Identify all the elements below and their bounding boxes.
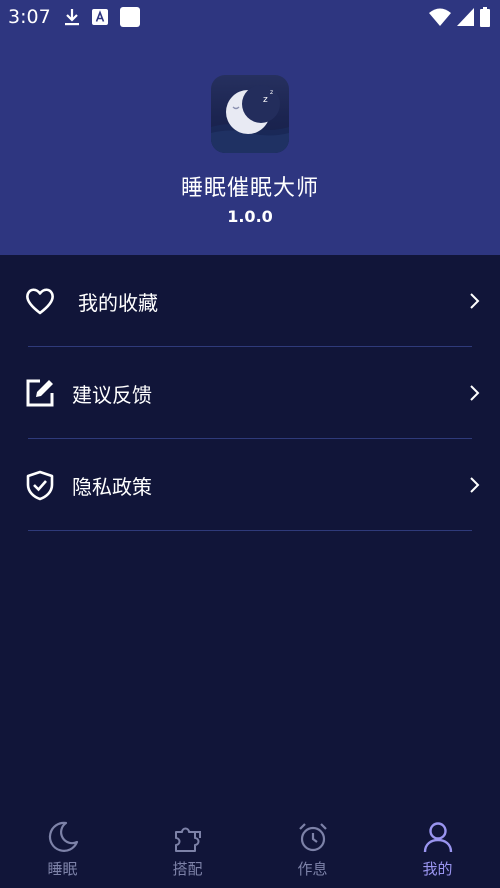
menu-item-label: 隐私政策: [72, 475, 152, 499]
menu-item-label: 我的收藏: [78, 291, 158, 315]
svg-text:z: z: [270, 89, 273, 96]
shield-check-icon: [26, 470, 54, 501]
menu-item-label: 建议反馈: [72, 383, 152, 407]
settings-menu: 我的收藏 建议反馈 隐私政策: [0, 255, 500, 531]
wifi-icon: [429, 8, 451, 26]
profile-header: 3:07 z z 睡眠催眠大师 1.0.0: [0, 0, 500, 255]
signal-icon: [457, 8, 474, 26]
nav-tab-label: 作息: [297, 860, 328, 878]
white-square-icon: [120, 7, 140, 27]
edit-icon: [26, 379, 54, 407]
status-time: 3:07: [8, 6, 51, 28]
moon-sleep-icon: z z: [211, 85, 289, 153]
heart-icon: [26, 288, 54, 315]
svg-text:z: z: [263, 95, 268, 105]
app-name: 睡眠催眠大师: [180, 176, 319, 201]
app-logo: z z: [211, 75, 289, 153]
nav-tab-label: 我的: [422, 860, 453, 878]
nav-tab-label: 睡眠: [47, 860, 78, 878]
menu-item-feedback[interactable]: 建议反馈: [0, 347, 500, 439]
nav-tab-combine[interactable]: 搭配: [125, 812, 250, 888]
alarm-clock-icon: [298, 823, 327, 852]
nav-tab-sleep[interactable]: 睡眠: [0, 812, 125, 888]
battery-icon: [480, 7, 490, 27]
bottom-navigation: 睡眠 搭配 作息 我的: [0, 812, 500, 888]
puzzle-icon: [174, 827, 201, 852]
chevron-right-icon: [470, 477, 480, 493]
nav-tab-mine[interactable]: 我的: [375, 812, 500, 888]
menu-item-privacy[interactable]: 隐私政策: [0, 439, 500, 531]
download-icon: [65, 9, 79, 26]
chevron-right-icon: [470, 293, 480, 309]
divider: [28, 530, 472, 531]
app-version: 1.0.0: [227, 207, 273, 226]
chevron-right-icon: [470, 385, 480, 401]
nav-tab-label: 搭配: [172, 860, 203, 878]
a-box-icon: [92, 9, 108, 25]
user-icon: [423, 822, 452, 853]
status-bar: 3:07: [0, 0, 500, 34]
nav-tab-schedule[interactable]: 作息: [250, 812, 375, 888]
moon-icon: [48, 821, 78, 852]
menu-item-favorites[interactable]: 我的收藏: [0, 255, 500, 347]
